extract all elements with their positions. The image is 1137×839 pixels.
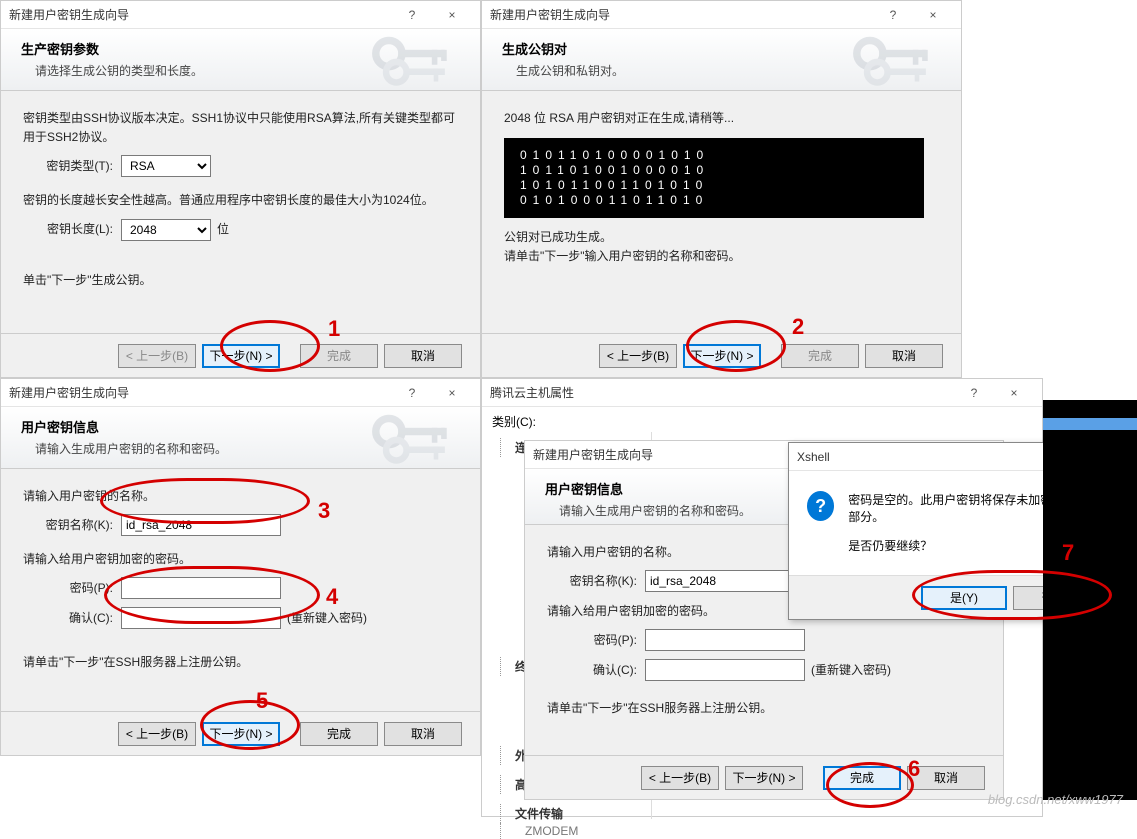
confirm-label: 确认(C): <box>547 661 637 680</box>
info-icon: ? <box>807 491 834 521</box>
next-button[interactable]: 下一步(N) > <box>202 344 280 368</box>
done-text-2: 请单击"下一步"输入用户密钥的名称和密码。 <box>504 247 939 266</box>
tree-file[interactable]: 文件传输 <box>515 807 563 821</box>
password-label: 密码(P): <box>23 579 113 598</box>
key-type-label: 密钥类型(T): <box>23 157 113 176</box>
wizard-header: 用户密钥信息 请输入生成用户密钥的名称和密码。 <box>1 407 480 469</box>
finish-button: 完成 <box>781 344 859 368</box>
annot-4: 4 <box>326 584 338 610</box>
keys-icon <box>360 33 470 89</box>
key-length-label: 密钥长度(L): <box>23 220 113 239</box>
back-button[interactable]: < 上一步(B) <box>118 722 196 746</box>
next-hint: 单击"下一步"生成公钥。 <box>23 271 458 290</box>
help-icon[interactable]: ? <box>873 8 913 22</box>
annot-7: 7 <box>1062 540 1074 566</box>
titlebar: 腾讯云主机属性 ? × <box>482 379 1042 407</box>
key-name-input[interactable] <box>121 514 281 536</box>
next-button[interactable]: 下一步(N) > <box>683 344 761 368</box>
key-length-desc: 密钥的长度越长安全性越高。普通应用程序中密钥长度的最佳大小为1024位。 <box>23 191 458 210</box>
done-text-1: 公钥对已成功生成。 <box>504 228 939 247</box>
dialog-title: 腾讯云主机属性 <box>490 384 954 401</box>
confirm-input[interactable] <box>645 659 805 681</box>
binary-matrix: 010110100001010 101101001000010 10101100… <box>504 138 924 218</box>
cancel-button[interactable]: 取消 <box>384 722 462 746</box>
button-bar: < 上一步(B) 下一步(N) > 完成 取消 <box>1 711 480 755</box>
back-button[interactable]: < 上一步(B) <box>641 766 719 790</box>
annot-3: 3 <box>318 498 330 524</box>
key-length-select[interactable]: 2048 <box>121 219 211 241</box>
cancel-button[interactable]: 取消 <box>865 344 943 368</box>
help-icon[interactable]: ? <box>392 386 432 400</box>
wizard-header: 生成公钥对 生成公钥和私钥对。 <box>482 29 961 91</box>
finish-button: 完成 <box>300 344 378 368</box>
password-input[interactable] <box>645 629 805 651</box>
annot-5: 5 <box>256 688 268 714</box>
back-button: < 上一步(B) <box>118 344 196 368</box>
generating-text: 2048 位 RSA 用户密钥对正在生成,请稍等... <box>504 109 939 128</box>
help-icon[interactable]: ? <box>954 386 994 400</box>
titlebar: 新建用户密钥生成向导 ? × <box>1 379 480 407</box>
button-bar: < 上一步(B) 下一步(N) > 完成 取消 <box>482 333 961 377</box>
button-bar: < 上一步(B) 下一步(N) > 完成 取消 <box>1 333 480 377</box>
category-label: 类别(C): <box>482 407 1042 432</box>
dialog-title: 新建用户密钥生成向导 <box>9 6 392 23</box>
password-label: 密码(P): <box>547 631 637 650</box>
terminal-tab <box>1043 418 1137 430</box>
cancel-button[interactable]: 取消 <box>384 344 462 368</box>
tree-zmodem[interactable]: ZMODEM <box>500 823 639 839</box>
pass-prompt: 请输入给用户密钥加密的密码。 <box>23 550 458 569</box>
close-icon[interactable]: × <box>432 386 472 400</box>
dialog-title: 新建用户密钥生成向导 <box>490 6 873 23</box>
keys-icon <box>360 411 470 467</box>
finish-button[interactable]: 完成 <box>823 766 901 790</box>
next-button[interactable]: 下一步(N) > <box>725 766 803 790</box>
titlebar: 新建用户密钥生成向导 ? × <box>482 1 961 29</box>
dialog-title: 新建用户密钥生成向导 <box>9 384 392 401</box>
annot-6: 6 <box>908 756 920 782</box>
finish-button[interactable]: 完成 <box>300 722 378 746</box>
bits-unit: 位 <box>217 220 229 239</box>
retype-hint: (重新键入密码) <box>287 609 367 628</box>
key-type-select[interactable]: RSA <box>121 155 211 177</box>
wizard-header: 生产密钥参数 请选择生成公钥的类型和长度。 <box>1 29 480 91</box>
reg-hint: 请单击"下一步"在SSH服务器上注册公钥。 <box>23 653 458 672</box>
watermark: blog.csdn.net/xww1977 <box>988 792 1123 807</box>
yes-button[interactable]: 是(Y) <box>921 586 1007 610</box>
key-wizard-step1: 新建用户密钥生成向导 ? × 生产密钥参数 请选择生成公钥的类型和长度。 密钥类… <box>0 0 481 378</box>
key-name-label: 密钥名称(K): <box>23 516 113 535</box>
annot-2: 2 <box>792 314 804 340</box>
key-type-desc: 密钥类型由SSH协议版本决定。SSH1协议中只能使用RSA算法,所有关键类型都可… <box>23 109 458 147</box>
key-wizard-step2: 新建用户密钥生成向导 ? × 生成公钥对 生成公钥和私钥对。 2048 位 RS… <box>481 0 962 378</box>
reg-hint: 请单击"下一步"在SSH服务器上注册公钥。 <box>547 699 981 718</box>
back-button[interactable]: < 上一步(B) <box>599 344 677 368</box>
close-icon[interactable]: × <box>994 386 1034 400</box>
keys-icon <box>841 33 951 89</box>
button-bar: < 上一步(B) 下一步(N) > 完成 取消 <box>525 755 1003 799</box>
next-button[interactable]: 下一步(N) > <box>202 722 280 746</box>
key-wizard-step3: 新建用户密钥生成向导 ? × 用户密钥信息 请输入生成用户密钥的名称和密码。 请… <box>0 378 481 756</box>
close-icon[interactable]: × <box>432 8 472 22</box>
password-input[interactable] <box>121 577 281 599</box>
titlebar: 新建用户密钥生成向导 ? × <box>1 1 480 29</box>
key-name-label: 密钥名称(K): <box>547 572 637 591</box>
terminal-bg <box>1043 400 1137 800</box>
msgbox-title: Xshell <box>797 450 1069 464</box>
key-name-input[interactable] <box>645 570 805 592</box>
help-icon[interactable]: ? <box>392 8 432 22</box>
name-prompt: 请输入用户密钥的名称。 <box>23 487 458 506</box>
retype-hint: (重新键入密码) <box>811 661 891 680</box>
confirm-input[interactable] <box>121 607 281 629</box>
confirm-label: 确认(C): <box>23 609 113 628</box>
close-icon[interactable]: × <box>913 8 953 22</box>
annot-1: 1 <box>328 316 340 342</box>
